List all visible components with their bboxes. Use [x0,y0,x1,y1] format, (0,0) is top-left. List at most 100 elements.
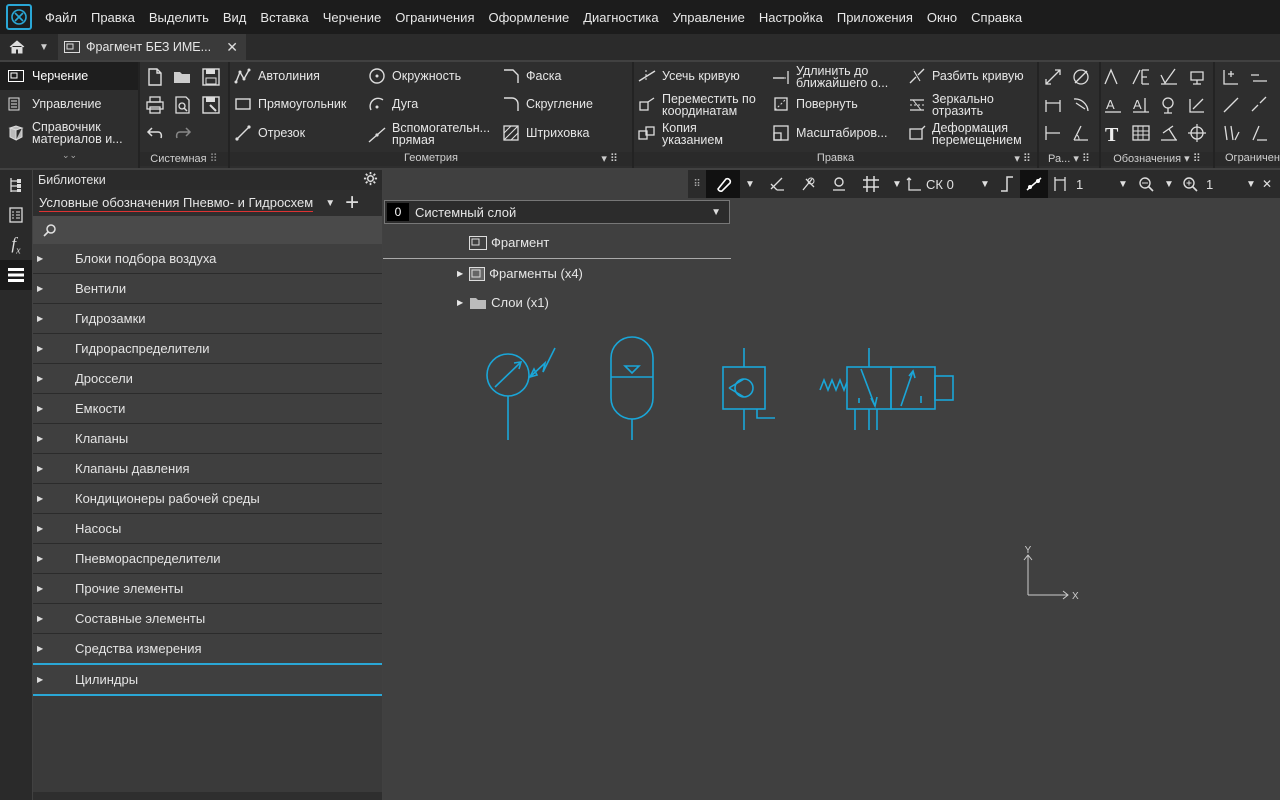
list-item[interactable]: ▶ Средства измерения [33,634,382,665]
undo-icon[interactable] [144,122,166,144]
list-item[interactable]: ▶ Составные элементы [33,604,382,634]
directional-valve-symbol[interactable] [819,348,954,430]
rotate-button[interactable]: Повернуть [772,95,858,113]
trim-button[interactable]: Усечь кривую [638,67,740,85]
segment-button[interactable]: Отрезок [234,124,305,142]
arc-button[interactable]: Дуга [368,95,418,113]
hatch-button[interactable]: Штриховка [502,124,590,142]
list-item[interactable]: ▶ Емкости [33,394,382,424]
tolerance-icon[interactable] [1186,94,1208,116]
text-line-icon[interactable]: A [1102,94,1124,116]
circle-button[interactable]: Окружность [368,67,461,85]
menu-window[interactable]: Окно [920,10,964,25]
group-label-constraints[interactable]: Ограничен [1215,152,1280,166]
menu-diagnostics[interactable]: Диагностика [576,10,665,25]
library-search[interactable] [33,216,382,244]
group-label-dimensions[interactable]: Ра... ▾ ⠿ [1039,152,1099,166]
copy-button[interactable]: Копия указанием [638,122,723,146]
expand-arrow-icon[interactable]: ▶ [457,298,463,307]
ribbon-expand-icon[interactable]: ⌄⌄ [62,150,77,161]
snap-dropdown-icon[interactable]: ▼ [740,170,760,198]
list-item[interactable]: ▶ Клапаны давления [33,454,382,484]
expand-arrow-icon[interactable]: ▶ [33,614,73,623]
tree-node-layers[interactable]: ▶ Слои (x1) [457,295,549,310]
expand-arrow-icon[interactable]: ▶ [33,314,73,323]
parallel-constraint-icon[interactable] [1220,94,1242,116]
variables-icon[interactable]: fx [0,230,32,260]
list-item[interactable]: ▶ Дроссели [33,364,382,394]
round-coordinates-icon[interactable] [1020,170,1048,198]
list-item[interactable]: ▶ Клапаны [33,424,382,454]
vertical-constraint-icon[interactable] [1248,122,1270,144]
chain-dimension-icon[interactable] [1042,122,1064,144]
library-selector[interactable]: Условные обозначения Пневмо- и Гидросхем… [33,190,382,216]
cs-dropdown-icon[interactable]: ▼ [976,170,994,198]
extend-button[interactable]: Удлинить до ближайшего о... [772,65,888,89]
expand-arrow-icon[interactable]: ▶ [33,554,73,563]
tree-node-fragments[interactable]: ▶ Фрагменты (x4) [457,266,583,281]
expand-arrow-icon[interactable]: ▶ [33,374,73,383]
properties-icon[interactable] [0,200,32,230]
local-snap-icon[interactable] [760,170,794,198]
expand-arrow-icon[interactable]: ▶ [33,344,73,353]
chevron-down-icon[interactable]: ▼ [711,207,721,218]
snap-magnet-icon[interactable] [706,170,740,198]
app-logo-icon[interactable] [6,4,32,30]
text-leader-icon[interactable]: A [1130,94,1152,116]
radius-dimension-icon[interactable] [1070,94,1092,116]
save-as-icon[interactable] [200,94,222,116]
marker-icon[interactable] [1158,94,1180,116]
zoom-level-dropdown-icon[interactable]: ▼ [1242,170,1260,198]
auto-dimension-icon[interactable] [1042,66,1064,88]
tree-icon[interactable] [0,170,32,200]
list-item[interactable]: ▶ Насосы [33,514,382,544]
group-label-designations[interactable]: Обозначения ▾ ⠿ [1101,152,1213,166]
menu-help[interactable]: Справка [964,10,1029,25]
list-item[interactable]: ▶ Вентили [33,274,382,304]
autoline-button[interactable]: Автолиния [234,67,320,85]
menu-insert[interactable]: Вставка [253,10,315,25]
aux-line-button[interactable]: Вспомогательн... прямая [368,122,490,146]
menu-view[interactable]: Вид [216,10,254,25]
collinear-constraint-icon[interactable] [1248,94,1270,116]
group-label-edit[interactable]: Правка ▾ ⠿ [634,152,1037,166]
expand-arrow-icon[interactable]: ▶ [33,584,73,593]
grid-dropdown-icon[interactable]: ▼ [888,170,906,198]
fillet-button[interactable]: Скругление [502,95,593,113]
list-item[interactable]: ▶ Блоки подбора воздуха [33,244,382,274]
close-icon[interactable]: ✕ [226,39,238,56]
split-curve-button[interactable]: Разбить кривую [908,67,1024,85]
chevron-down-icon[interactable]: ▼ [325,198,335,209]
tree-root[interactable]: Фрагмент [469,235,549,250]
move-button[interactable]: Переместить по координатам [638,93,756,117]
rectangle-button[interactable]: Прямоугольник [234,95,346,113]
expand-arrow-icon[interactable]: ▶ [33,675,73,684]
menu-select[interactable]: Выделить [142,10,216,25]
pump-symbol[interactable] [486,347,556,440]
roughness-icon[interactable] [1158,66,1180,88]
save-icon[interactable] [200,66,222,88]
tab-dropdown-icon[interactable]: ▼ [36,37,52,57]
menu-drawing[interactable]: Черчение [316,10,389,25]
add-library-icon[interactable]: + [345,191,359,215]
menu-management[interactable]: Управление [666,10,752,25]
table-icon[interactable] [1130,122,1152,144]
step-select[interactable]: 1 [1048,170,1114,198]
diameter-dimension-icon[interactable] [1070,66,1092,88]
coordinate-system-select[interactable]: СК 0 [906,170,976,198]
layer-select[interactable]: 0 Системный слой ▼ [384,200,730,224]
new-file-icon[interactable] [144,66,166,88]
leader-icon[interactable] [1102,66,1124,88]
show-points-icon[interactable] [824,170,854,198]
expand-arrow-icon[interactable]: ▶ [33,434,73,443]
home-icon[interactable] [6,37,28,57]
expand-arrow-icon[interactable]: ▶ [33,404,73,413]
grid-icon[interactable] [854,170,888,198]
preview-icon[interactable] [172,94,194,116]
expand-arrow-icon[interactable]: ▶ [33,464,73,473]
list-item[interactable]: ▶ Пневмораспределители [33,544,382,574]
menu-applications[interactable]: Приложения [830,10,920,25]
snap-settings-icon[interactable] [794,170,824,198]
angle-dimension-icon[interactable] [1070,122,1092,144]
settings-gear-icon[interactable] [363,171,378,189]
